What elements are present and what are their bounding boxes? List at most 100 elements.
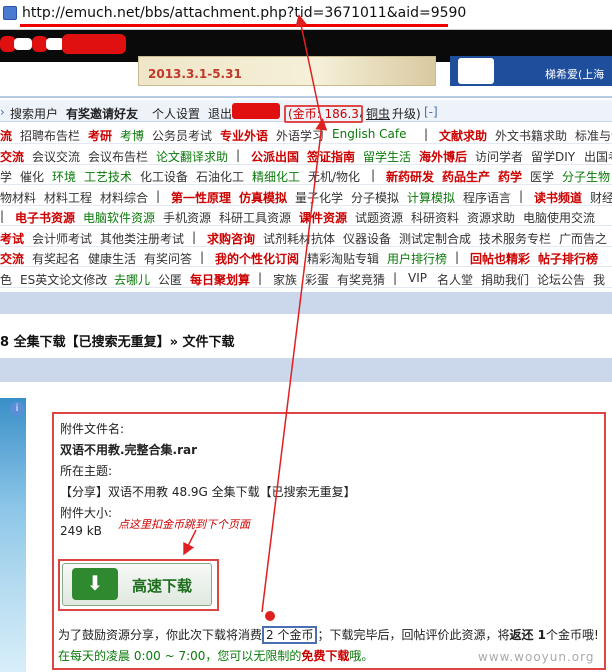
nav-link[interactable]: 技术服务专栏	[479, 230, 551, 246]
invite-friends-link[interactable]: 有奖邀请好友	[66, 105, 138, 122]
nav-link[interactable]: 测试定制合成	[399, 230, 471, 246]
nav-link[interactable]: 名人堂	[437, 271, 473, 287]
nav-link[interactable]: 文献求助	[439, 127, 487, 143]
nav-link[interactable]: 分子模拟	[351, 189, 399, 205]
nav-link[interactable]: 试剂耗材抗体	[263, 230, 335, 246]
url-text[interactable]: http://emuch.net/bbs/attachment.php?tid=…	[22, 5, 466, 21]
nav-link[interactable]: 医学	[530, 168, 554, 184]
nav-link[interactable]: 无机/物化	[308, 168, 360, 184]
nav-link[interactable]: 材料综合	[100, 189, 148, 205]
nav-link[interactable]: 色	[0, 271, 12, 287]
nav-link[interactable]: 帖子排行榜	[538, 250, 598, 266]
collapse-button[interactable]: [-]	[424, 105, 438, 119]
nav-link[interactable]: 电脑使用交流	[523, 209, 595, 225]
nav-link[interactable]: 药品生产	[442, 168, 490, 184]
nav-link[interactable]: 有奖竞猜	[337, 271, 385, 287]
nav-link[interactable]: 公匿	[158, 271, 182, 287]
nav-link[interactable]: 仪器设备	[343, 230, 391, 246]
logout-link[interactable]: 退出	[208, 105, 232, 122]
nav-link[interactable]: 考研	[88, 127, 112, 143]
nav-link[interactable]: 交流	[0, 148, 24, 164]
nav-link[interactable]: 科研资料	[411, 209, 459, 225]
nav-link[interactable]: 其他类注册考试	[100, 230, 184, 246]
nav-link[interactable]: 用户排行榜	[387, 250, 447, 266]
nav-link[interactable]: 计算模拟	[407, 189, 455, 205]
nav-link[interactable]: 访问学者	[475, 148, 523, 164]
search-users-link[interactable]: 搜索用户	[10, 105, 58, 122]
nav-link[interactable]: 每日聚划算	[190, 271, 250, 287]
nav-link[interactable]: 留学DIY	[531, 148, 575, 164]
nav-link[interactable]: 手机资源	[163, 209, 211, 225]
nav-link[interactable]: 会议布告栏	[88, 148, 148, 164]
nav-link[interactable]: 读书频道	[534, 189, 582, 205]
nav-link[interactable]: English Cafe	[332, 127, 406, 141]
nav-link[interactable]: 彩蛋	[305, 271, 329, 287]
nav-link[interactable]: 科研工具资源	[219, 209, 291, 225]
nav-link[interactable]: 我的个性化订阅	[215, 250, 299, 266]
nav-link[interactable]: 电子书资源	[15, 209, 75, 225]
coins-value[interactable]: (金币: 186.3	[284, 105, 363, 123]
nav-link[interactable]: 新药研发	[386, 168, 434, 184]
nav-link[interactable]: VIP	[408, 271, 427, 285]
nav-link[interactable]: 试题资源	[355, 209, 403, 225]
nav-link[interactable]: 海外博后	[419, 148, 467, 164]
nav-link[interactable]: 化工设备	[140, 168, 188, 184]
nav-link[interactable]: 公派出国	[251, 148, 299, 164]
nav-link[interactable]: 交流	[0, 250, 24, 266]
nav-link[interactable]: 会计师考试	[32, 230, 92, 246]
free-window-pre: 在每天的凌晨 0:00 ~ 7:00，您可以无限制的	[58, 649, 302, 663]
nav-link[interactable]: 学	[0, 168, 12, 184]
nav-link[interactable]: 签证指南	[307, 148, 355, 164]
nav-link[interactable]: 外文书籍求助	[495, 127, 567, 143]
nav-link[interactable]: 精彩淘贴专辑	[307, 250, 379, 266]
download-button-label[interactable]: 高速下载	[132, 575, 192, 596]
nav-link[interactable]: 我	[593, 271, 605, 287]
nav-link[interactable]: 招聘布告栏	[20, 127, 80, 143]
nav-link[interactable]: 留学生活	[363, 148, 411, 164]
nav-link[interactable]: 去哪儿	[114, 271, 150, 287]
nav-link[interactable]: 有奖起名	[32, 250, 80, 266]
nav-link[interactable]: 药学	[498, 168, 522, 184]
upgrade-link[interactable]: 升级)	[392, 105, 421, 122]
nav-link[interactable]: 课件资源	[299, 209, 347, 225]
nav-link[interactable]: 资源求助	[467, 209, 515, 225]
rank-link[interactable]: 铜虫	[366, 105, 390, 122]
nav-link[interactable]: 第一性原理	[171, 189, 231, 205]
nav-link[interactable]: 催化	[20, 168, 44, 184]
nav-link[interactable]: 论文翻译求助	[156, 148, 228, 164]
nav-link[interactable]: ES英文论文修改	[20, 271, 107, 287]
nav-link[interactable]: 出国考试	[584, 148, 612, 164]
nav-link[interactable]: 电脑软件资源	[83, 209, 155, 225]
nav-link[interactable]: 财经	[590, 189, 612, 205]
nav-link[interactable]: 分子生物	[562, 168, 610, 184]
nav-link[interactable]: 仿真模拟	[239, 189, 287, 205]
nav-link[interactable]: 考博	[120, 127, 144, 143]
nav-link[interactable]: 公务员考试	[152, 127, 212, 143]
nav-link[interactable]: 环境	[52, 168, 76, 184]
nav-link[interactable]: 家族	[273, 271, 297, 287]
nav-link[interactable]: 物材料	[0, 189, 36, 205]
nav-link[interactable]: 广而告之	[559, 230, 607, 246]
nav-link[interactable]: 标准与专利	[575, 127, 612, 143]
breadcrumb-text[interactable]: 8 全集下载【已搜索无重复】» 文件下载	[0, 331, 235, 350]
nav-link[interactable]: 材料工程	[44, 189, 92, 205]
nav-link[interactable]: 专业外语	[220, 127, 268, 143]
nav-link[interactable]: 精细化工	[252, 168, 300, 184]
coins-box[interactable]: (金币: 186.3	[284, 105, 363, 123]
nav-link[interactable]: 流	[0, 127, 12, 143]
settings-link[interactable]: 个人设置	[152, 105, 200, 122]
nav-link[interactable]: 健康生活	[88, 250, 136, 266]
nav-link[interactable]: 论坛公告	[537, 271, 585, 287]
nav-link[interactable]: 会议交流	[32, 148, 80, 164]
nav-link[interactable]: 有奖问答	[144, 250, 192, 266]
nav-link[interactable]: 考试	[0, 230, 24, 246]
nav-link[interactable]: 工艺技术	[84, 168, 132, 184]
nav-link[interactable]: 外语学习	[276, 127, 324, 143]
nav-link[interactable]: 量子化学	[295, 189, 343, 205]
topic-link[interactable]: 【分享】双语不用教 48.9G 全集下载【已搜索无重复】	[60, 483, 356, 500]
nav-link[interactable]: 回帖也精彩	[470, 250, 530, 266]
nav-link[interactable]: 求购咨询	[207, 230, 255, 246]
nav-link[interactable]: 石油化工	[196, 168, 244, 184]
nav-link[interactable]: 程序语言	[463, 189, 511, 205]
nav-link[interactable]: 捐助我们	[481, 271, 529, 287]
